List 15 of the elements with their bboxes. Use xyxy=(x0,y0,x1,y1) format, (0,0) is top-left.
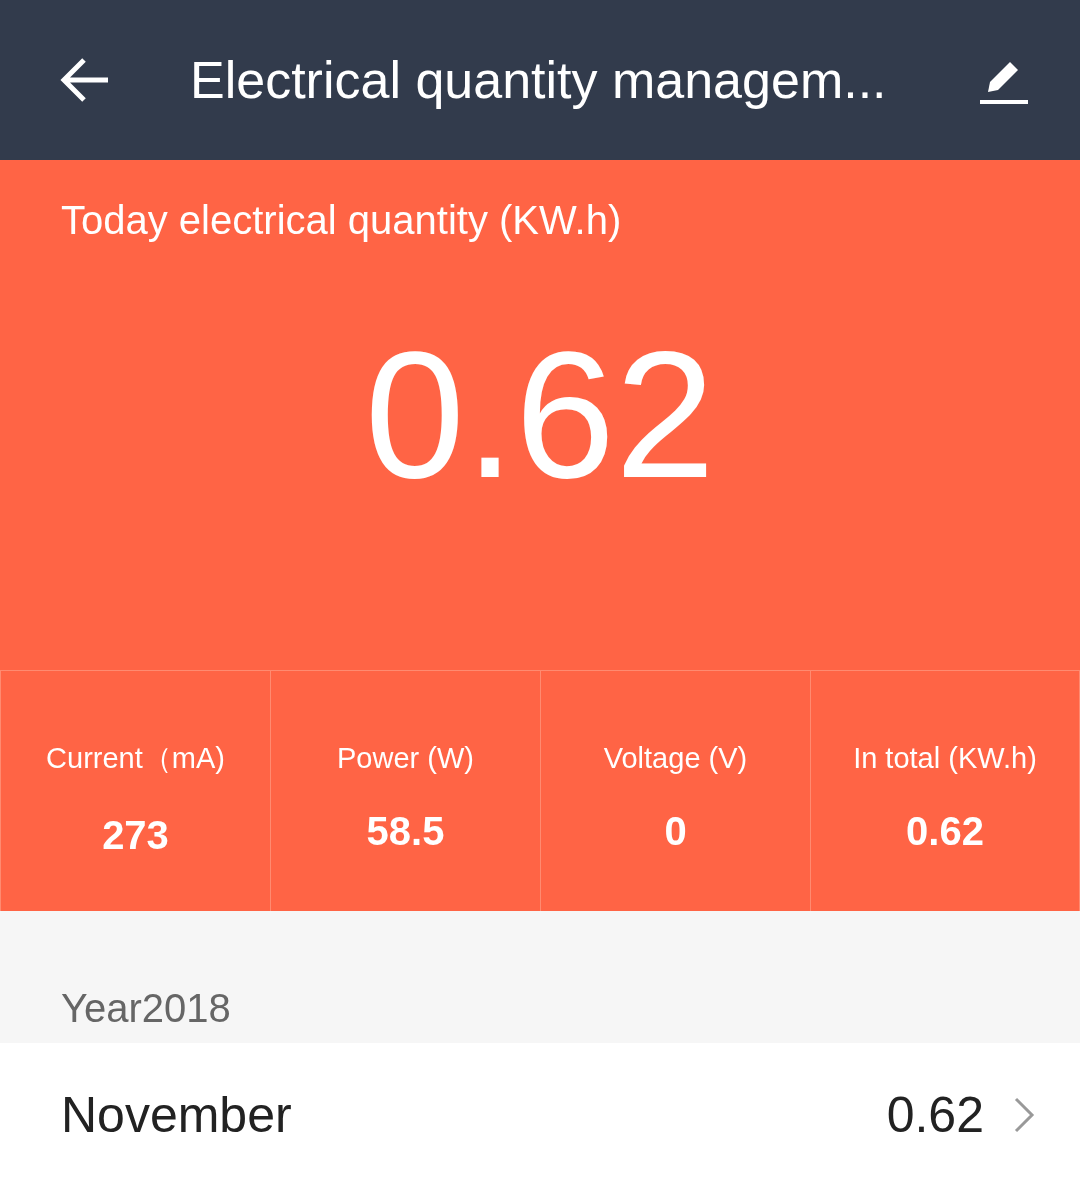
stat-label: Power (W) xyxy=(337,742,474,775)
stat-value: 58.5 xyxy=(366,809,445,854)
page-title: Electrical quantity managem... xyxy=(190,50,888,110)
stat-label: Current（mA) xyxy=(46,740,225,776)
stat-value: 0.62 xyxy=(906,809,984,854)
year-heading: Year2018 xyxy=(61,986,231,1031)
stat-value: 0 xyxy=(664,809,687,854)
stat-label: In total (KW.h) xyxy=(853,742,1037,775)
today-label: Today electrical quantity (KW.h) xyxy=(61,198,622,243)
month-value: 0.62 xyxy=(886,1086,984,1144)
chevron-icon[interactable] xyxy=(1012,1095,1036,1135)
stat-value: 273 xyxy=(102,812,169,858)
month-name[interactable]: November xyxy=(61,1086,887,1144)
stat-label: Voltage (V) xyxy=(603,742,748,775)
today-value: 0.62 xyxy=(364,325,716,505)
